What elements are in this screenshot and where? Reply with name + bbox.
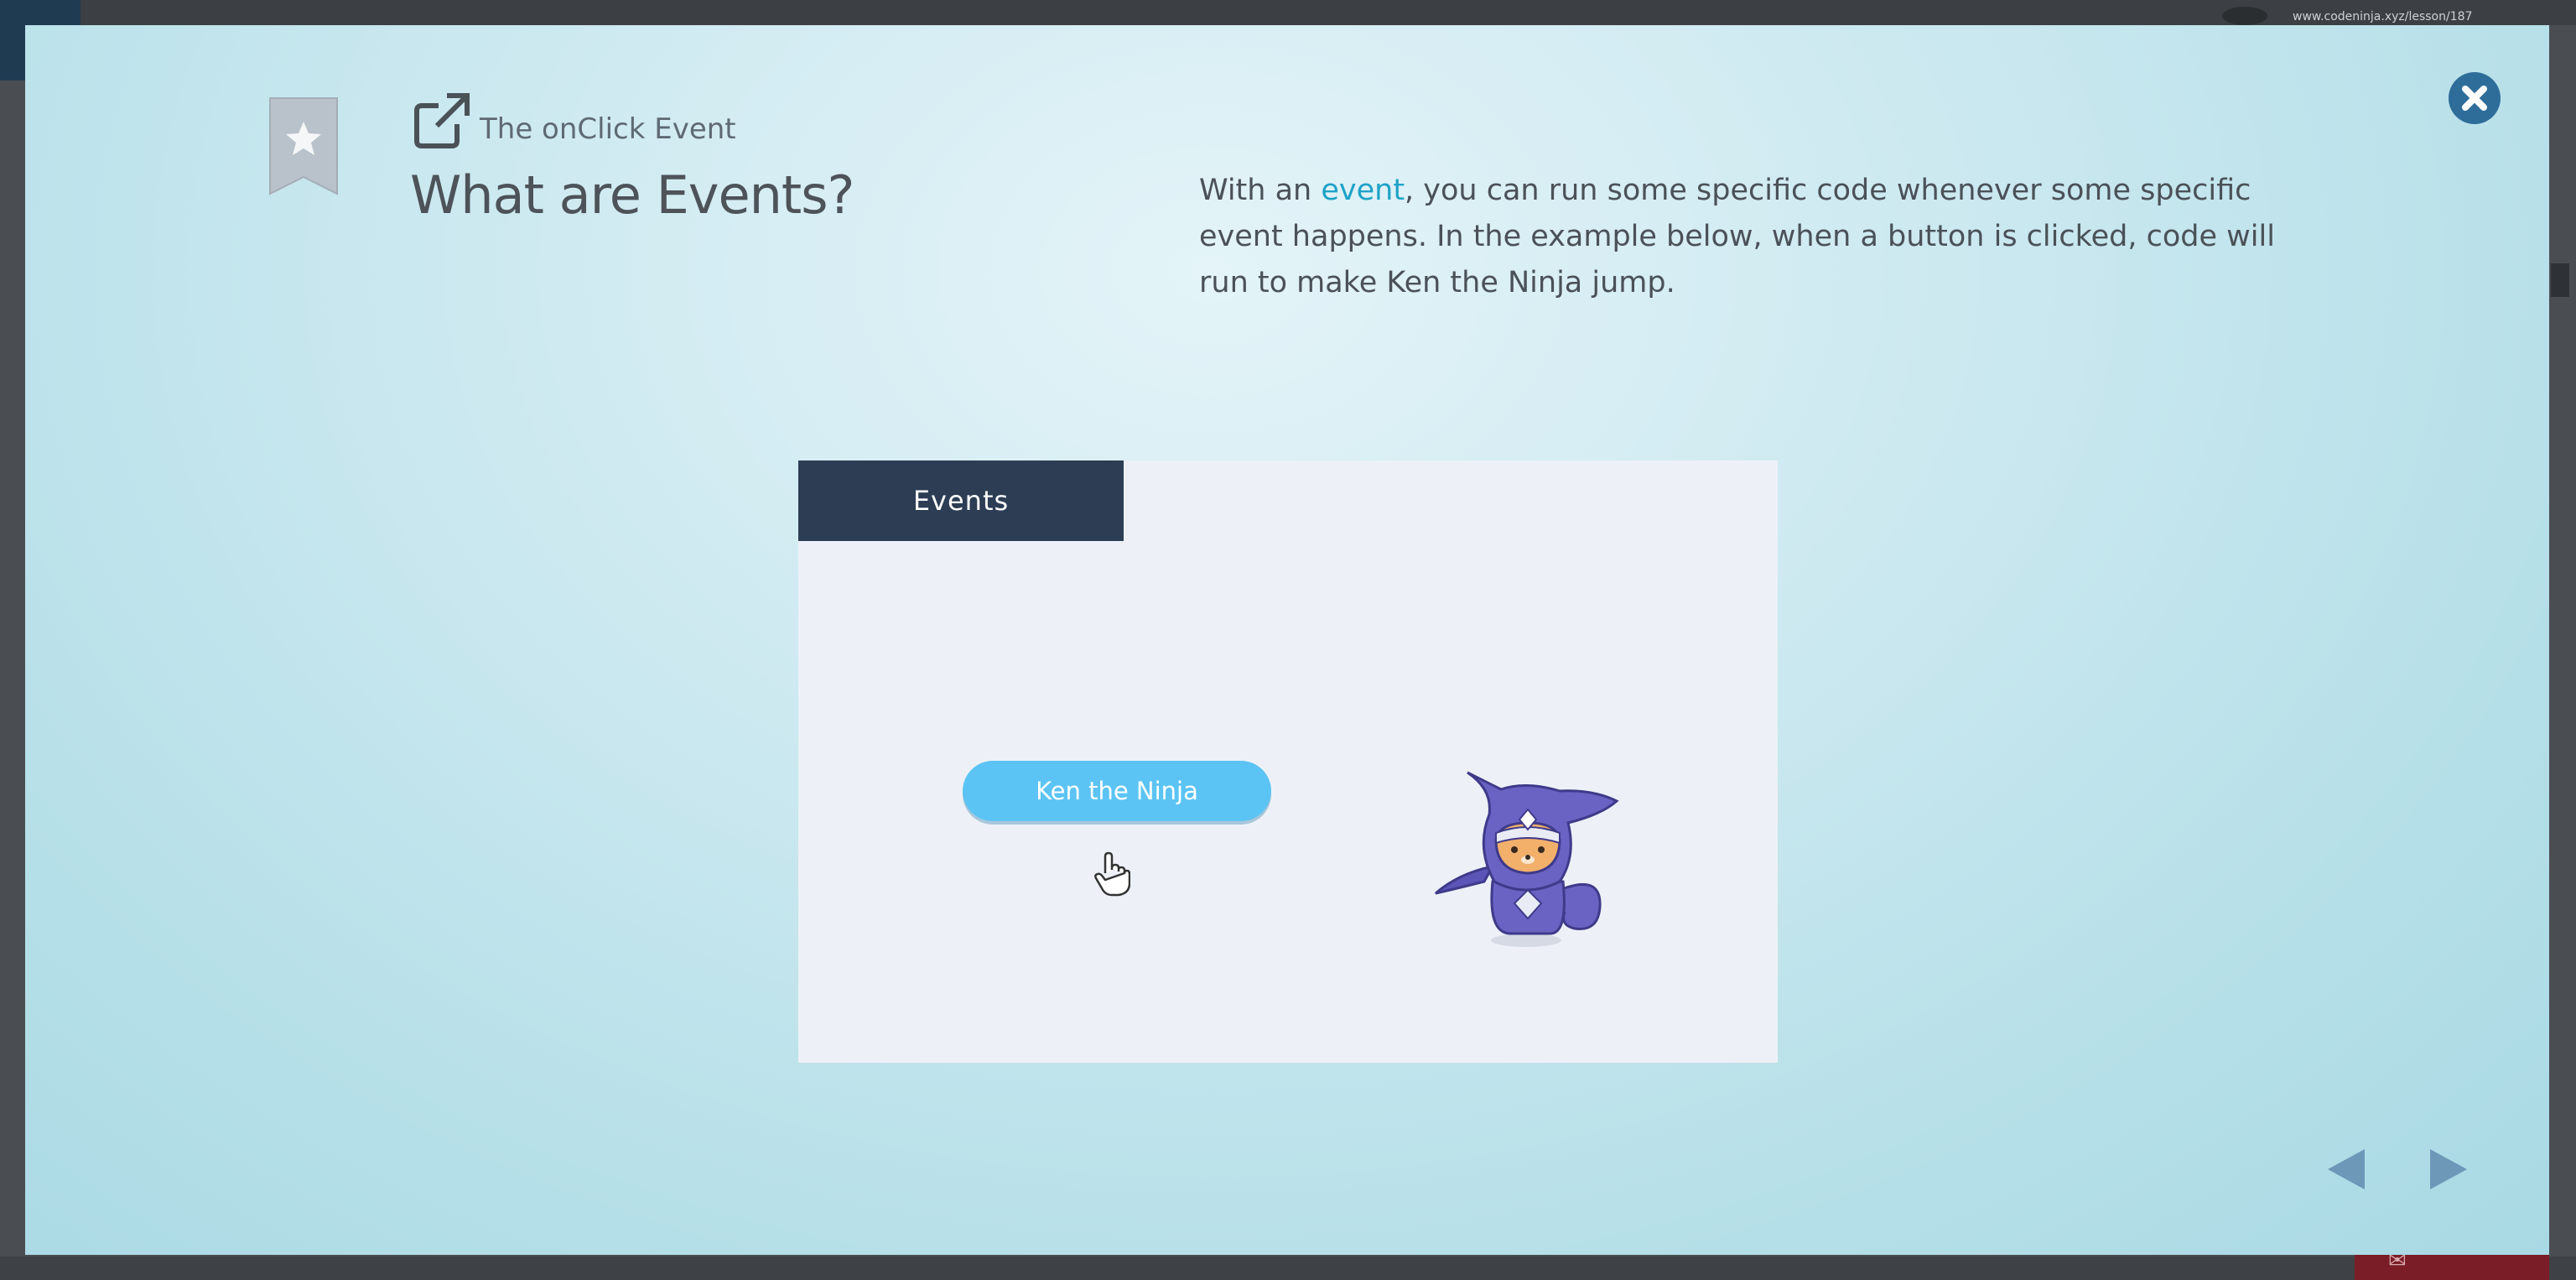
description-prefix: With an <box>1199 174 1322 207</box>
slide-modal: The onClick Event What are Events? With … <box>25 25 2549 1255</box>
lesson-label: The onClick Event <box>480 112 736 146</box>
event-keyword-link[interactable]: event <box>1321 174 1405 207</box>
ken-the-ninja-character <box>1434 756 1632 950</box>
background-bottom-bar <box>0 1257 2576 1280</box>
close-icon <box>2462 86 2487 111</box>
slide-title: What are Events? <box>410 164 854 226</box>
hand-cursor-icon <box>1093 851 1131 897</box>
demo-header: Events <box>798 460 1124 541</box>
close-button[interactable] <box>2449 72 2501 124</box>
background-url: www.codeninja.xyz/lesson/187 <box>2293 10 2473 23</box>
slide-description: With an event, you can run some specific… <box>1199 168 2289 306</box>
background-scrollbar <box>2551 263 2569 297</box>
prev-arrow-icon[interactable] <box>2326 1147 2366 1191</box>
bookmark-star-icon[interactable] <box>268 96 339 197</box>
background-top-bar <box>0 0 2576 25</box>
next-arrow-icon[interactable] <box>2428 1147 2469 1191</box>
ken-the-ninja-button[interactable]: Ken the Ninja <box>963 761 1271 821</box>
background-avatar <box>2222 7 2267 25</box>
events-demo-panel: Events Ken the Ninja <box>798 460 1778 1063</box>
external-link-icon[interactable] <box>412 91 472 151</box>
